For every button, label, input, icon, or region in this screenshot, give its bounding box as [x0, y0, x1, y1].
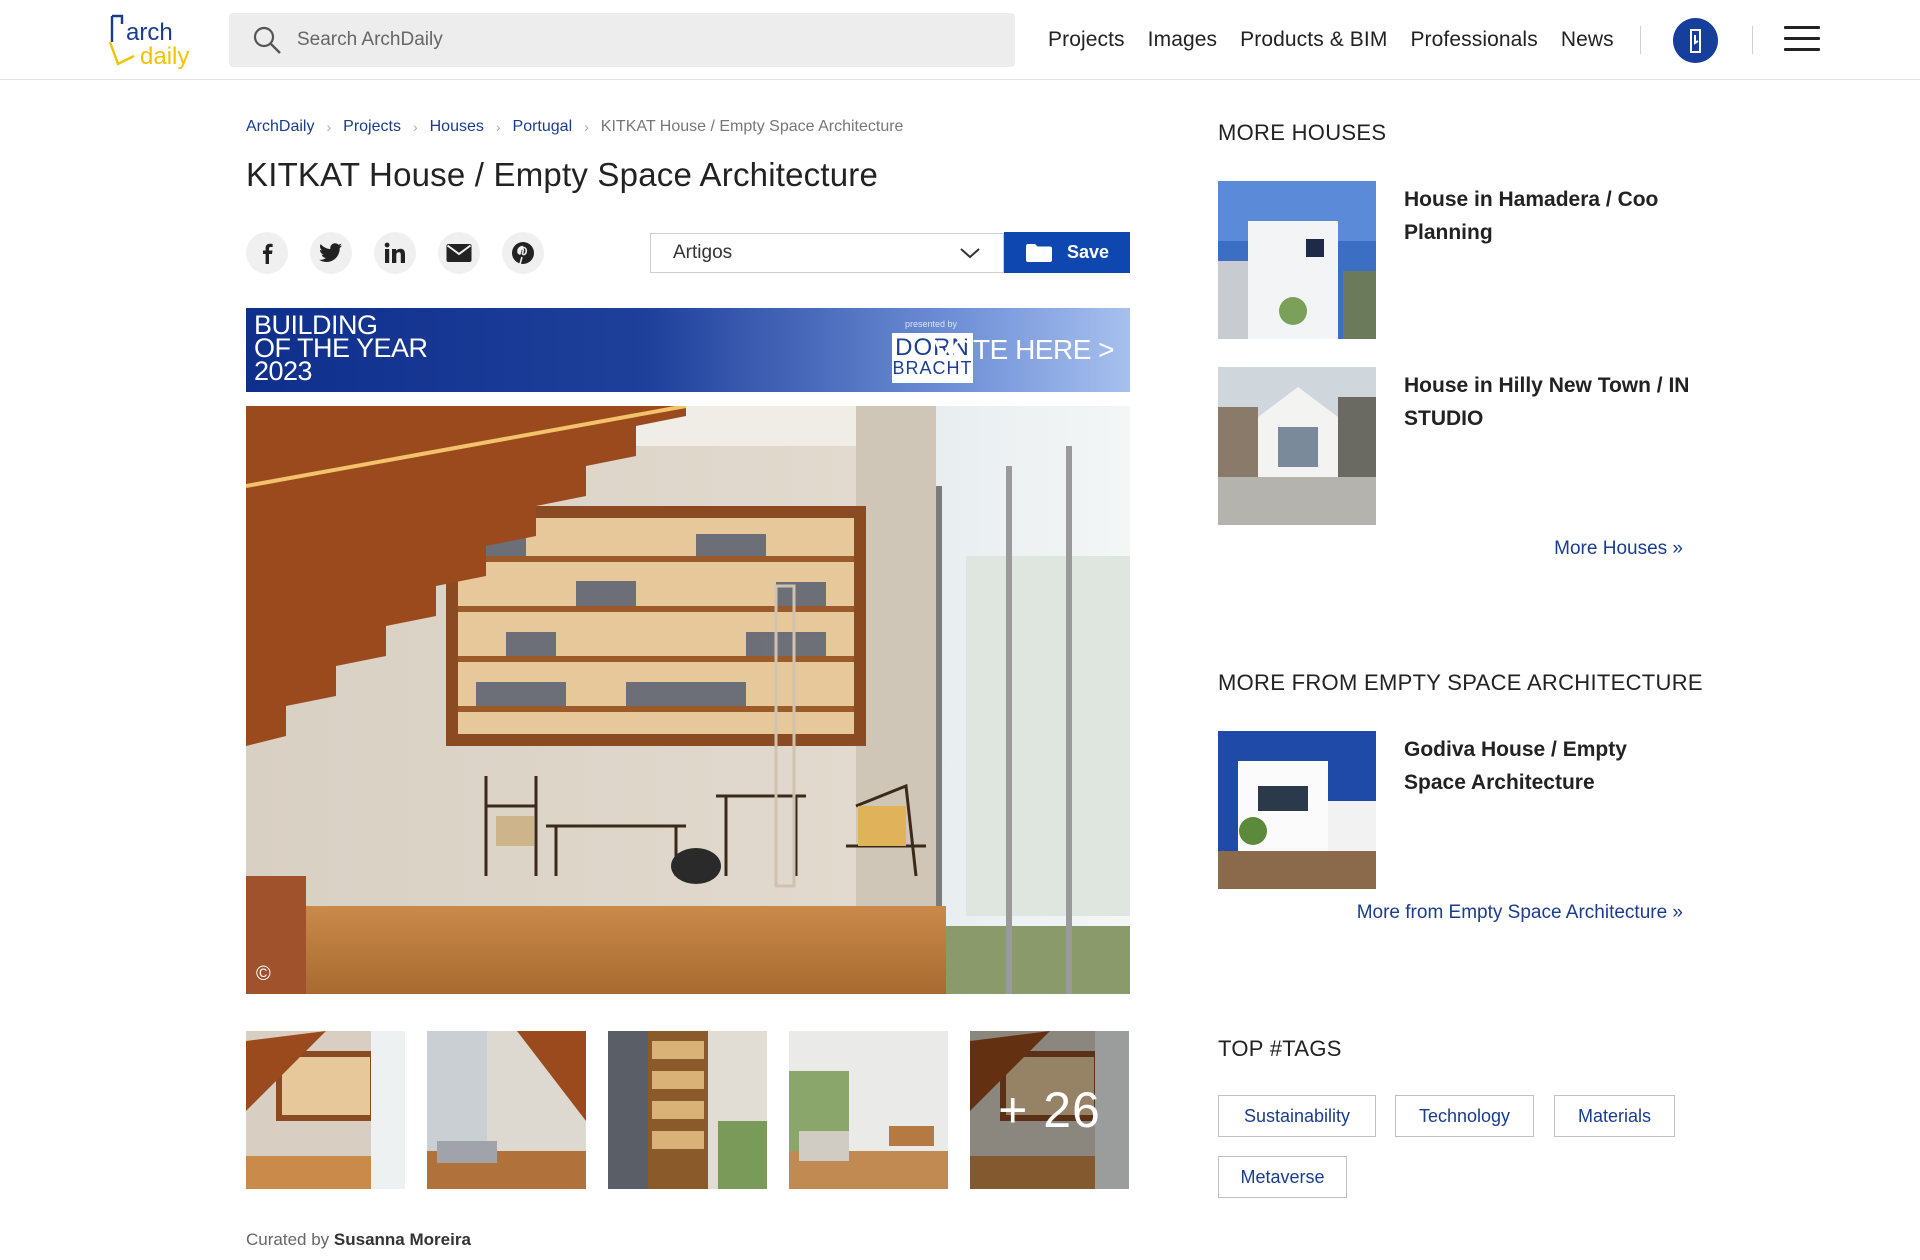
profile-button[interactable] — [1673, 18, 1718, 63]
tag-technology[interactable]: Technology — [1395, 1095, 1534, 1137]
copyright-icon[interactable]: © — [256, 963, 271, 986]
chevron-right-icon: › — [412, 119, 418, 135]
hamburger-menu-button[interactable] — [1784, 26, 1820, 54]
related-project-image[interactable] — [1218, 367, 1376, 525]
facebook-icon — [263, 243, 273, 264]
user-icon — [1689, 28, 1701, 53]
share-pinterest-button[interactable] — [502, 232, 544, 274]
curator-name[interactable]: Susanna Moreira — [334, 1230, 471, 1249]
logo-text-bottom: daily — [140, 43, 189, 70]
share-bar — [246, 232, 544, 274]
related-project-image[interactable] — [1218, 731, 1376, 889]
nav-professionals[interactable]: Professionals — [1410, 28, 1537, 52]
related-project-photo — [1218, 731, 1376, 889]
nav-images[interactable]: Images — [1148, 28, 1217, 52]
tag-materials[interactable]: Materials — [1554, 1095, 1675, 1137]
breadcrumb-houses[interactable]: Houses — [430, 118, 484, 136]
top-tags-heading: TOP #TAGS — [1218, 1036, 1342, 1061]
related-project-title[interactable]: House in Hamadera / Coo Planning — [1404, 183, 1694, 249]
related-project-card[interactable]: House in Hamadera / Coo Planning — [1218, 181, 1688, 339]
vote-here-link[interactable]: VOTE HERE > — [934, 334, 1115, 366]
folder-select-value: Artigos — [673, 242, 733, 263]
more-images-count: + 26 — [970, 1031, 1129, 1189]
logo-text-top: arch — [126, 19, 173, 46]
thumbnail-photo — [427, 1031, 586, 1189]
share-linkedin-button[interactable] — [374, 232, 416, 274]
related-project-card[interactable]: House in Hilly New Town / IN STUDIO — [1218, 367, 1689, 525]
gallery-thumbnail[interactable] — [427, 1031, 586, 1189]
breadcrumb: ArchDaily › Projects › Houses › Portugal… — [246, 118, 903, 136]
nav-products-bim[interactable]: Products & BIM — [1240, 28, 1387, 52]
save-button-label: Save — [1066, 242, 1110, 262]
page-title: KITKAT House / Empty Space Architecture — [246, 156, 879, 193]
chevron-right-icon: › — [584, 119, 589, 135]
breadcrumb-portugal[interactable]: Portugal — [513, 118, 573, 136]
nav-divider — [1752, 26, 1753, 54]
tag-metaverse[interactable]: Metaverse — [1218, 1156, 1347, 1198]
tag-sustainability[interactable]: Sustainability — [1218, 1095, 1376, 1137]
banner-title: BUILDING OF THE YEAR 2023 — [254, 310, 428, 386]
folder-select[interactable]: Artigos — [650, 233, 1004, 273]
chevron-down-icon — [960, 248, 980, 259]
breadcrumb-archdaily[interactable]: ArchDaily — [246, 118, 314, 136]
breadcrumb-projects[interactable]: Projects — [343, 118, 401, 136]
related-project-photo — [1218, 367, 1376, 525]
search-bar[interactable] — [229, 13, 1015, 67]
gallery-thumbnail[interactable] — [246, 1031, 405, 1189]
breadcrumb-current: KITKAT House / Empty Space Architecture — [600, 118, 904, 135]
thumbnail-gallery: + 26 — [246, 1031, 1129, 1189]
related-project-title[interactable]: House in Hilly New Town / IN STUDIO — [1404, 369, 1694, 435]
thumbnail-photo — [608, 1031, 767, 1189]
related-project-card[interactable]: Godiva House / Empty Space Architecture — [1218, 731, 1688, 889]
more-from-firm-heading: MORE FROM EMPTY SPACE ARCHITECTURE — [1218, 670, 1703, 695]
chevron-right-icon: › — [326, 119, 332, 135]
related-project-image[interactable] — [1218, 181, 1376, 339]
curated-by: Curated by Susanna Moreira — [246, 1230, 471, 1250]
more-from-firm-link[interactable]: More from Empty Space Architecture » — [1357, 902, 1683, 924]
nav-projects[interactable]: Projects — [1048, 28, 1125, 52]
thumbnail-photo — [246, 1031, 405, 1189]
related-project-title[interactable]: Godiva House / Empty Space Architecture — [1404, 733, 1694, 799]
site-header: arch daily Projects Images Products & BI… — [0, 0, 1920, 80]
search-icon — [253, 26, 281, 54]
share-email-button[interactable] — [438, 232, 480, 274]
banner-presented-by: presented by — [904, 319, 958, 329]
linkedin-icon — [384, 242, 405, 263]
gallery-thumbnail[interactable] — [789, 1031, 948, 1189]
nav-news[interactable]: News — [1561, 28, 1614, 52]
hero-image[interactable]: © — [246, 406, 1130, 994]
share-twitter-button[interactable] — [310, 232, 352, 274]
hero-photo — [246, 406, 1130, 994]
save-button[interactable]: Save — [1004, 232, 1130, 273]
main-nav: Projects Images Products & BIM Professio… — [1048, 0, 1637, 80]
related-project-photo — [1218, 181, 1376, 339]
more-houses-link[interactable]: More Houses » — [1554, 538, 1683, 560]
more-houses-heading: MORE HOUSES — [1218, 120, 1387, 145]
email-icon — [446, 244, 472, 262]
building-of-the-year-banner[interactable]: BUILDING OF THE YEAR 2023 presented by D… — [246, 308, 1130, 392]
nav-divider — [1640, 26, 1641, 54]
share-facebook-button[interactable] — [246, 232, 288, 274]
archdaily-logo[interactable]: arch daily — [106, 12, 196, 70]
folder-icon — [1025, 243, 1052, 262]
thumbnail-photo — [789, 1031, 948, 1189]
search-input[interactable] — [297, 29, 897, 51]
chevron-right-icon: › — [495, 119, 501, 135]
gallery-thumbnail[interactable] — [608, 1031, 767, 1189]
curated-by-prefix: Curated by — [246, 1230, 330, 1249]
pinterest-icon — [512, 242, 534, 265]
gallery-thumbnail-more[interactable]: + 26 — [970, 1031, 1129, 1189]
twitter-icon — [319, 243, 342, 262]
